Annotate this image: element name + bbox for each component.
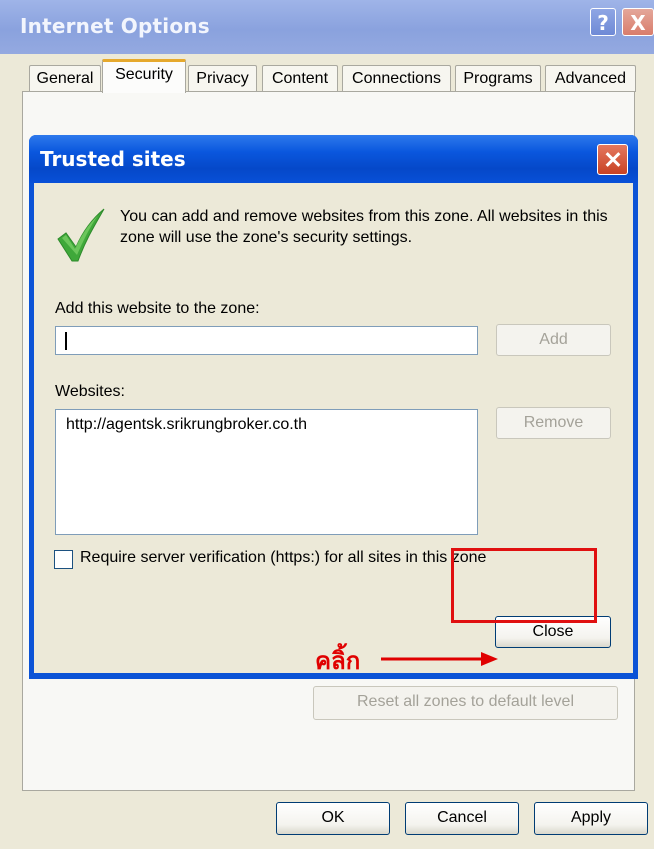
window-close-button[interactable]: X	[622, 8, 654, 36]
tab-general[interactable]: General	[29, 65, 101, 92]
tab-privacy[interactable]: Privacy	[188, 65, 257, 92]
list-item[interactable]: http://agentsk.srikrungbroker.co.th	[66, 416, 307, 434]
dialog-close-icon[interactable]	[597, 144, 628, 175]
require-https-label: Require server verification (https:) for…	[80, 549, 487, 566]
checkmark-icon	[57, 208, 105, 262]
apply-button[interactable]: Apply	[534, 802, 648, 835]
tab-programs[interactable]: Programs	[455, 65, 541, 92]
tab-content[interactable]: Content	[262, 65, 338, 92]
reset-all-zones-button[interactable]: Reset all zones to default level	[313, 686, 618, 720]
arrow-right-icon	[381, 652, 498, 666]
zone-info-text: You can add and remove websites from thi…	[120, 208, 608, 246]
add-website-label: Add this website to the zone:	[55, 300, 260, 317]
cancel-button[interactable]: Cancel	[405, 802, 519, 835]
outer-titlebar: Internet Options ? X	[0, 0, 654, 54]
add-website-input[interactable]	[55, 326, 478, 355]
remove-button[interactable]: Remove	[496, 407, 611, 439]
click-annotation: คลิ้ก	[315, 647, 361, 675]
dialog-titlebar: Trusted sites	[29, 135, 638, 183]
text-caret	[65, 332, 67, 350]
window-title: Internet Options	[20, 14, 210, 38]
websites-listbox[interactable]: http://agentsk.srikrungbroker.co.th	[55, 409, 478, 535]
tab-advanced[interactable]: Advanced	[545, 65, 636, 92]
highlight-box	[451, 548, 597, 623]
websites-label: Websites:	[55, 383, 125, 400]
dialog-title: Trusted sites	[40, 147, 186, 171]
tab-connections[interactable]: Connections	[342, 65, 451, 92]
require-https-checkbox[interactable]	[54, 550, 73, 569]
help-button[interactable]: ?	[590, 8, 616, 36]
ok-button[interactable]: OK	[276, 802, 390, 835]
add-button[interactable]: Add	[496, 324, 611, 356]
tab-security[interactable]: Security	[102, 59, 186, 93]
